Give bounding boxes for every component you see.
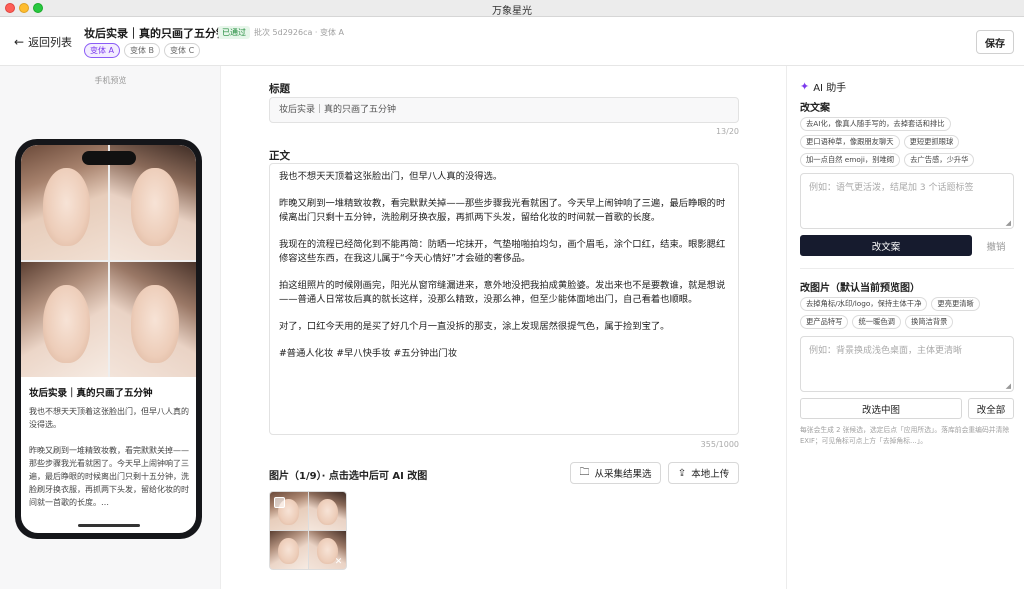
local-upload-label: 本地上传 — [691, 469, 730, 480]
photo-cell — [109, 262, 196, 377]
image-prompt-placeholder: 例如：背景换成浅色桌面，主体更清晰 — [809, 346, 963, 356]
body-char-count: 355/1000 — [700, 440, 739, 449]
body-textarea[interactable]: 我也不想天天顶着这张脸出门，但早八人真的没得选。 昨晚又刷到一堆精致妆教，看完默… — [269, 163, 739, 435]
document-title: 妆后实录｜真的只画了五分钟 — [84, 27, 227, 40]
preview-label: 手机预览 — [94, 76, 127, 85]
ai-assistant-title: AI 助手 — [813, 83, 847, 94]
image-edit-hint: 每张会生成 2 张候选，选定后点「应用所选」。落库前会重编码并清除 EXIF；可… — [800, 426, 1010, 445]
resize-handle-icon[interactable]: ◢ — [1006, 382, 1011, 390]
preview-post-body: 我也不想天天顶着这张脸出门，但早八人真的没得选。 昨晚又刷到一堆精致妆教，看完默… — [29, 407, 189, 507]
body-paragraph: 我现在的流程已经简化到不能再简：防晒一坨抹开，气垫啪啪拍均匀，画个眉毛，涂个口红… — [279, 239, 726, 264]
title-char-count: 13/20 — [715, 127, 739, 136]
rewrite-section-label: 改文案 — [800, 103, 830, 114]
images-label: 图片（1/9）· 点击选中后可 AI 改图 — [269, 471, 428, 482]
window-titlebar: 万象星光 — [0, 0, 1024, 17]
local-upload-button[interactable]: ⇪ 本地上传 — [668, 462, 739, 484]
window-title: 万象星光 — [492, 6, 532, 17]
title-input[interactable]: 妆后实录｜真的只画了五分钟 — [269, 97, 739, 123]
body-label: 正文 — [269, 150, 290, 162]
image-chip[interactable]: 统一暖色调 — [852, 315, 901, 329]
ai-assistant-panel: ✦ AI 助手 改文案 去AI化，像真人随手写的，去掉套话和排比 更口语种草，像… — [786, 66, 1024, 589]
variant-tabs: 变体 A 变体 B 变体 C — [84, 43, 201, 58]
image-chip[interactable]: 换简洁背景 — [904, 315, 954, 329]
editor-header: ← 返回列表 妆后实录｜真的只画了五分钟 已通过 批次 5d2926ca · 变… — [0, 17, 1024, 66]
thumb-cell — [308, 492, 346, 530]
body-paragraph: 我也不想天天顶着这张脸出门，但早八人真的没得选。 — [279, 171, 503, 182]
photo-cell — [21, 262, 108, 377]
rewrite-chip[interactable]: 去AI化，像真人随手写的，去掉套话和排比 — [800, 117, 951, 131]
ai-assistant-header: ✦ AI 助手 — [800, 79, 846, 94]
rewrite-button[interactable]: 改文案 — [800, 235, 972, 256]
thumb-cell — [270, 531, 308, 569]
batch-meta: 批次 5d2926ca · 变体 A — [254, 28, 345, 37]
thumbnail-select-checkbox[interactable] — [274, 497, 285, 508]
image-chip-list: 去掉角标/水印/logo，保持主体干净 更亮更清晰 更产品特写 统一暖色调 换简… — [800, 297, 1014, 329]
image-chip[interactable]: 更产品特写 — [800, 315, 849, 329]
phone-notch — [82, 151, 136, 165]
image-chip[interactable]: 更亮更清晰 — [931, 297, 980, 311]
edit-selected-image-button[interactable]: 改选中图 — [800, 398, 962, 419]
rewrite-chip[interactable]: 去广告感，少升华 — [904, 153, 975, 167]
save-button[interactable]: 保存 — [976, 30, 1014, 54]
select-from-collection-button[interactable]: 🗀 从采集结果选 — [570, 462, 661, 484]
image-edit-section-label: 改图片（默认当前预览图） — [800, 283, 920, 294]
phone-screen: 妆后实录｜真的只画了五分钟 我也不想天天顶着这张脸出门，但早八人真的没得选。 昨… — [21, 145, 196, 533]
back-label: 返回列表 — [28, 36, 73, 49]
phone-preview-panel: 手机预览 妆后实录｜真的只画了五分钟 我也不想天天顶着这张脸出门，但早八人真的没… — [0, 66, 221, 589]
edit-all-images-button[interactable]: 改全部 — [968, 398, 1014, 419]
upload-icon: ⇪ — [677, 467, 687, 479]
preview-photo — [21, 145, 196, 377]
variant-tab-c[interactable]: 变体 C — [164, 43, 201, 58]
image-prompt-input[interactable]: 例如：背景换成浅色桌面，主体更清晰 ◢ — [800, 336, 1014, 392]
body-paragraph: 昨晚又刷到一堆精致妆教，看完默默关掉——那些步骤我光看就困了。今天早上闹钟响了三… — [279, 198, 726, 223]
body-hashtags: #普通人化妆 #早八快手妆 #五分钟出门妆 — [279, 348, 458, 359]
rewrite-chip[interactable]: 加一点自然 emoji，别堆砌 — [800, 153, 901, 167]
title-label: 标题 — [269, 83, 290, 95]
variant-tab-a[interactable]: 变体 A — [84, 43, 121, 58]
select-from-collection-label: 从采集结果选 — [594, 469, 652, 480]
section-divider — [800, 268, 1014, 269]
rewrite-chip[interactable]: 更口语种草，像跟朋友聊天 — [800, 135, 900, 149]
sparkle-icon: ✦ — [800, 80, 810, 93]
undo-button[interactable]: 撤销 — [978, 235, 1014, 256]
variant-tab-b[interactable]: 变体 B — [124, 43, 161, 58]
status-badge: 已通过 — [218, 26, 250, 39]
resize-handle-icon[interactable]: ◢ — [1006, 219, 1011, 227]
close-icon[interactable]: ✕ — [333, 557, 344, 568]
editor-panel: 标题 妆后实录｜真的只画了五分钟 13/20 正文 我也不想天天顶着这张脸出门，… — [221, 66, 786, 589]
phone-frame: 妆后实录｜真的只画了五分钟 我也不想天天顶着这张脸出门，但早八人真的没得选。 昨… — [15, 139, 202, 539]
rewrite-chip[interactable]: 更短更抓眼球 — [903, 135, 960, 149]
folder-icon: 🗀 — [579, 466, 590, 478]
preview-post-title: 妆后实录｜真的只画了五分钟 — [29, 388, 153, 399]
rewrite-chip-list: 去AI化，像真人随手写的，去掉套话和排比 更口语种草，像跟朋友聊天 更短更抓眼球… — [800, 117, 1014, 167]
arrow-left-icon: ← — [14, 35, 25, 49]
home-indicator — [78, 524, 140, 527]
back-to-list-button[interactable]: ← 返回列表 — [14, 34, 72, 50]
rewrite-prompt-input[interactable]: 例如：语气更活泼，结尾加 3 个话题标签 ◢ — [800, 173, 1014, 229]
body-paragraph: 拍这组照片的时候刚画完，阳光从窗帘缝漏进来，意外地没把我拍成黄脸婆。发出来也不是… — [279, 280, 726, 305]
rewrite-prompt-placeholder: 例如：语气更活泼，结尾加 3 个话题标签 — [809, 183, 974, 193]
image-chip[interactable]: 去掉角标/水印/logo，保持主体干净 — [800, 297, 928, 311]
preview-post: 妆后实录｜真的只画了五分钟 我也不想天天顶着这张脸出门，但早八人真的没得选。 昨… — [29, 387, 189, 525]
body-paragraph: 对了，口红今天用的是买了好几个月一直没拆的那支，涂上发现居然很提气色，属于捡到宝… — [279, 321, 670, 332]
